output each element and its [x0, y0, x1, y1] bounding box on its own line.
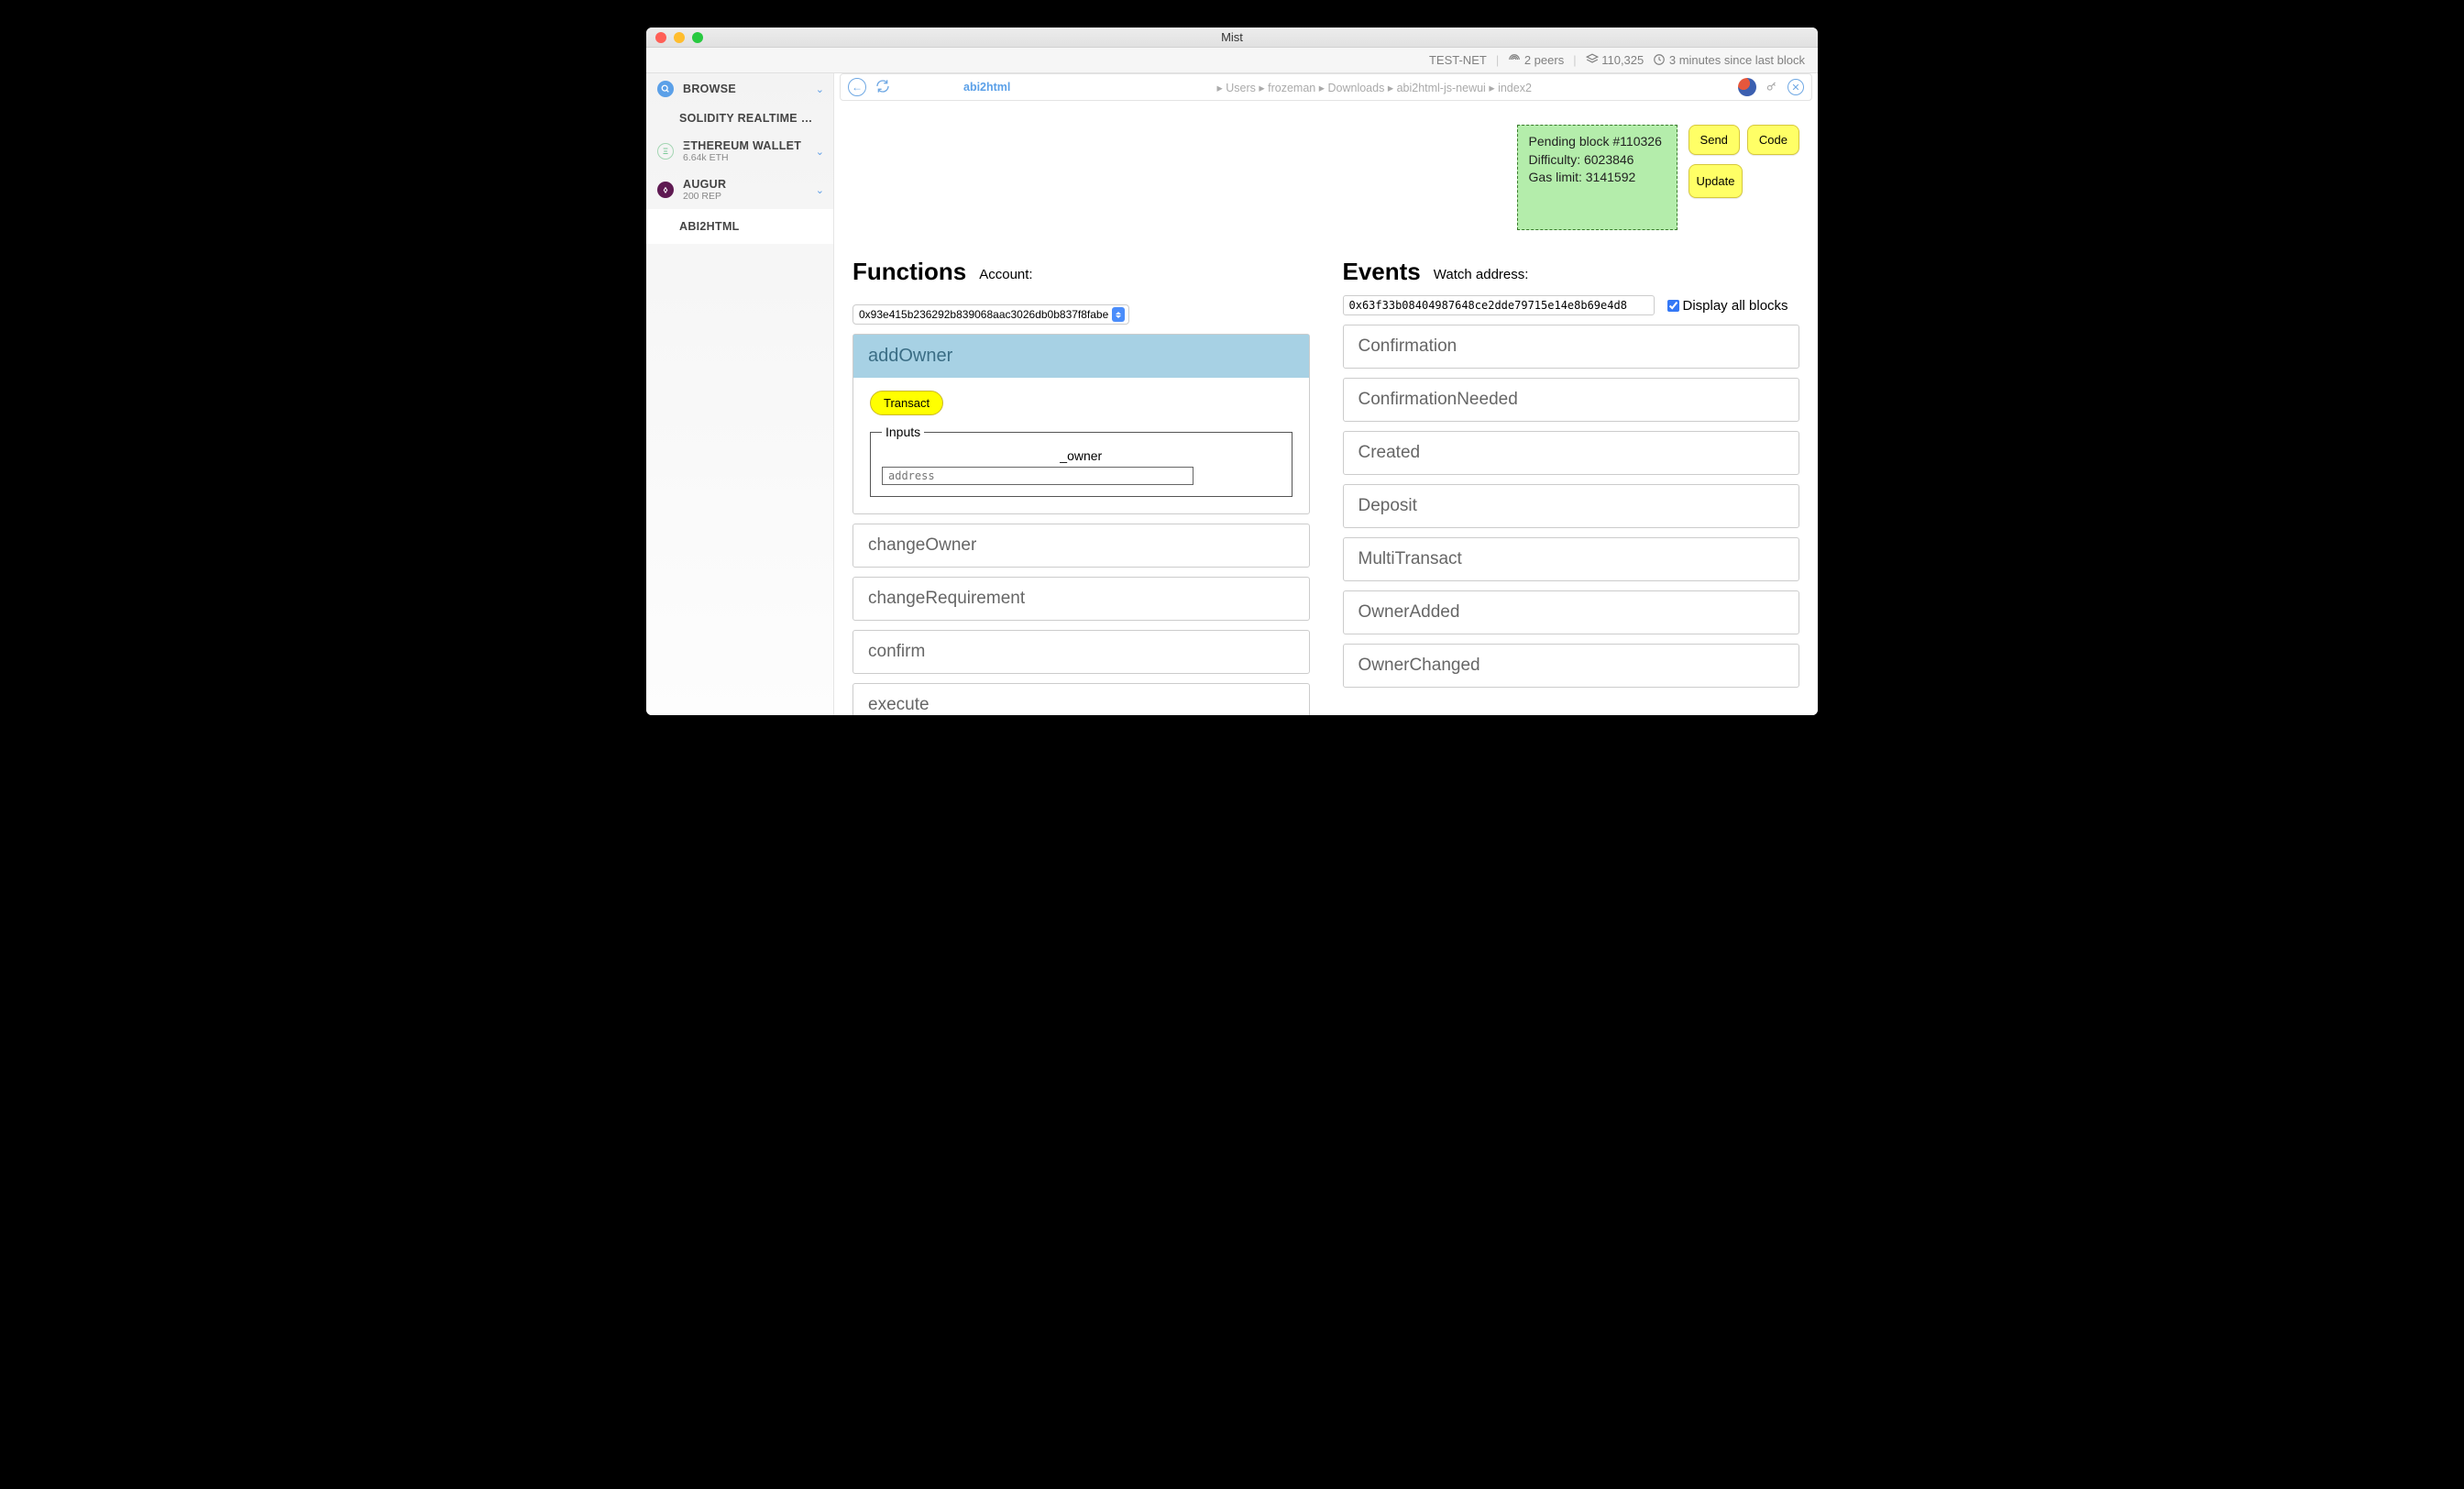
function-name: changeOwner — [853, 524, 1309, 567]
watch-address-input[interactable] — [1343, 295, 1655, 315]
owner-address-input[interactable] — [882, 467, 1194, 485]
browse-label: BROWSE — [683, 83, 736, 95]
eth-balance: 6.64k ETH — [683, 152, 801, 163]
account-label: Account: — [979, 267, 1032, 282]
augur-icon: ⬨ — [657, 182, 674, 198]
event-name: Confirmation — [1344, 325, 1799, 368]
window-title: Mist — [1221, 30, 1243, 44]
event-panel[interactable]: Created — [1343, 431, 1800, 475]
account-value: 0x93e415b236292b839068aac3026db0b837f8fa… — [859, 308, 1108, 321]
display-all-blocks-checkbox[interactable] — [1667, 300, 1679, 312]
sidebar-item-browse[interactable]: BROWSE ⌄ — [646, 73, 833, 105]
inputs-legend: Inputs — [882, 425, 924, 439]
events-column: Events Watch address: Display all blocks… — [1343, 258, 1800, 715]
reload-button[interactable] — [875, 79, 890, 96]
network-label: TEST-NET — [1429, 53, 1487, 67]
status-bar: TEST-NET | 2 peers | 110,325 3 minutes s… — [646, 48, 1818, 73]
eth-wallet-label: ΞTHEREUM WALLET — [683, 139, 801, 152]
code-button[interactable]: Code — [1747, 125, 1799, 155]
sidebar-item-eth-wallet[interactable]: Ξ ΞTHEREUM WALLET 6.64k ETH ⌄ — [646, 132, 833, 171]
event-name: Created — [1344, 432, 1799, 474]
event-name: MultiTransact — [1344, 538, 1799, 580]
close-window-button[interactable] — [655, 32, 666, 43]
update-button[interactable]: Update — [1688, 164, 1744, 198]
function-name: execute — [853, 684, 1309, 715]
back-button[interactable]: ← — [848, 78, 866, 96]
key-icon[interactable] — [1766, 80, 1778, 95]
sidebar-item-solidity[interactable]: SOLIDITY REALTIME … — [646, 105, 833, 132]
breadcrumb: ▸ Users ▸ frozeman ▸ Downloads ▸ abi2htm… — [1217, 81, 1532, 94]
solidity-label: SOLIDITY REALTIME … — [679, 112, 813, 125]
account-identicon[interactable] — [1738, 78, 1756, 96]
function-panel[interactable]: confirm — [852, 630, 1310, 674]
block-count: 110,325 — [1586, 53, 1644, 67]
chevron-down-icon: ⌄ — [816, 83, 824, 95]
event-panel[interactable]: ConfirmationNeeded — [1343, 378, 1800, 422]
account-select[interactable]: 0x93e415b236292b839068aac3026db0b837f8fa… — [852, 304, 1129, 325]
function-name: changeRequirement — [853, 578, 1309, 620]
event-name: Deposit — [1344, 485, 1799, 527]
titlebar: Mist — [646, 28, 1818, 48]
event-panel[interactable]: OwnerAdded — [1343, 590, 1800, 634]
pending-gas-limit-line: Gas limit: 3141592 — [1529, 169, 1666, 187]
watch-address-label: Watch address: — [1434, 267, 1529, 282]
ethereum-icon: Ξ — [657, 143, 674, 160]
display-all-blocks-label[interactable]: Display all blocks — [1667, 298, 1788, 314]
function-name: confirm — [853, 631, 1309, 673]
pending-difficulty-line: Difficulty: 6023846 — [1529, 151, 1666, 170]
event-panel[interactable]: Confirmation — [1343, 325, 1800, 369]
pending-block-line: Pending block #110326 — [1529, 133, 1666, 151]
event-panel[interactable]: MultiTransact — [1343, 537, 1800, 581]
minimize-window-button[interactable] — [674, 32, 685, 43]
event-name: ConfirmationNeeded — [1344, 379, 1799, 421]
event-name: OwnerChanged — [1344, 645, 1799, 687]
search-icon — [657, 81, 674, 97]
main-pane: ← abi2html ▸ Users ▸ frozeman ▸ Download… — [834, 73, 1818, 715]
event-name: OwnerAdded — [1344, 591, 1799, 634]
app-window: Mist TEST-NET | 2 peers | 110,325 3 minu… — [646, 28, 1818, 715]
stepper-icon — [1112, 307, 1125, 322]
function-panel[interactable]: changeOwner — [852, 524, 1310, 568]
chevron-down-icon: ⌄ — [816, 184, 824, 196]
transact-button[interactable]: Transact — [870, 391, 943, 415]
url-app-name: abi2html — [963, 81, 1010, 94]
function-name: addOwner — [853, 335, 1309, 378]
sidebar: BROWSE ⌄ SOLIDITY REALTIME … Ξ ΞTHEREUM … — [646, 73, 834, 715]
send-button[interactable]: Send — [1688, 125, 1740, 155]
function-panel[interactable]: execute — [852, 683, 1310, 715]
functions-title: Functions — [852, 258, 966, 286]
pending-block-box: Pending block #110326 Difficulty: 602384… — [1517, 125, 1678, 230]
abi2html-label: ABI2HTML — [679, 220, 740, 233]
clock-icon — [1653, 53, 1666, 66]
sidebar-item-abi2html[interactable]: ABI2HTML — [646, 209, 833, 244]
function-panel-addowner[interactable]: addOwner Transact Inputs _owner — [852, 334, 1310, 514]
peers-status: 2 peers — [1508, 53, 1564, 67]
close-tab-button[interactable]: ✕ — [1788, 79, 1804, 95]
functions-column: Functions Account: 0x93e415b236292b83906… — [852, 258, 1310, 715]
chevron-down-icon: ⌄ — [816, 146, 824, 158]
event-panel[interactable]: OwnerChanged — [1343, 644, 1800, 688]
signal-icon — [1508, 53, 1521, 66]
event-panel[interactable]: Deposit — [1343, 484, 1800, 528]
traffic-lights — [646, 32, 703, 43]
zoom-window-button[interactable] — [692, 32, 703, 43]
inputs-fieldset: Inputs _owner — [870, 425, 1292, 497]
events-title: Events — [1343, 258, 1421, 286]
input-name-label: _owner — [882, 448, 1281, 463]
function-panel[interactable]: changeRequirement — [852, 577, 1310, 621]
sidebar-item-augur[interactable]: ⬨ AUGUR 200 REP ⌄ — [646, 171, 833, 209]
page-content: Pending block #110326 Difficulty: 602384… — [834, 106, 1818, 715]
url-bar: ← abi2html ▸ Users ▸ frozeman ▸ Download… — [840, 73, 1812, 101]
augur-label: AUGUR — [683, 178, 726, 191]
layers-icon — [1586, 53, 1599, 66]
time-since-block: 3 minutes since last block — [1653, 53, 1805, 67]
augur-balance: 200 REP — [683, 191, 726, 202]
